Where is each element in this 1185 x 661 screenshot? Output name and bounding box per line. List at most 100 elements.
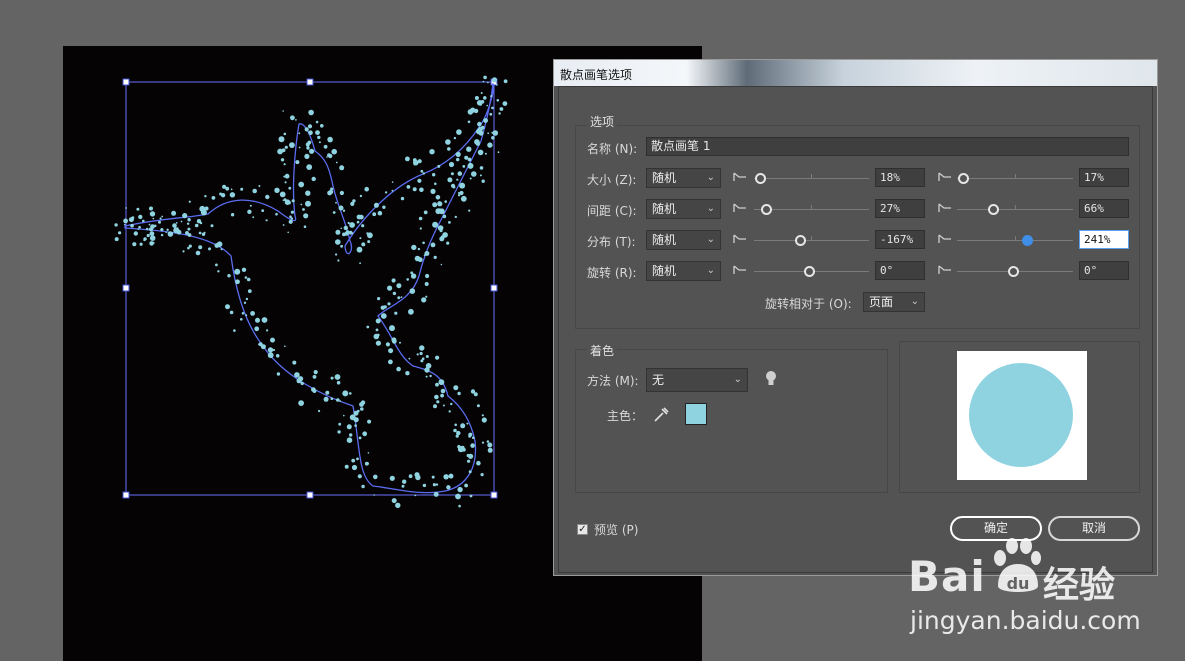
brush-dot: [406, 278, 410, 281]
brush-dot: [353, 410, 359, 416]
brush-dot: [160, 228, 164, 232]
rotation-min-input[interactable]: 0°: [875, 261, 925, 280]
size-min-slider-knob[interactable]: [755, 173, 766, 184]
brush-dot: [118, 231, 122, 235]
size-mode-select[interactable]: 随机 ⌄: [646, 168, 721, 188]
brush-dot: [278, 136, 285, 143]
brush-dot: [289, 142, 295, 148]
brush-dot: [124, 223, 126, 226]
name-input[interactable]: 散点画笔 1: [646, 137, 1129, 156]
rotation-relative-select[interactable]: 页面 ⌄: [863, 292, 925, 312]
brush-dot: [252, 188, 257, 194]
hummingbird-artwork[interactable]: [63, 46, 523, 516]
size-mode-value: 随机: [652, 171, 677, 185]
brush-dot: [354, 424, 357, 427]
brush-dot: [448, 161, 455, 168]
brush-dot: [389, 325, 395, 332]
rotation-mode-select[interactable]: 随机 ⌄: [646, 261, 721, 281]
spacing-mode-select[interactable]: 随机 ⌄: [646, 199, 721, 219]
brush-dot: [351, 232, 354, 235]
brush-dot: [343, 414, 345, 417]
scatter-mode-select[interactable]: 随机 ⌄: [646, 230, 721, 250]
scatter-min-slider-knob[interactable]: [795, 235, 806, 246]
brush-dot: [149, 206, 153, 211]
watermark-url: jingyan.baidu.com: [910, 606, 1141, 635]
spacing-min-input[interactable]: 27%: [875, 199, 925, 218]
eyedropper-icon[interactable]: [652, 405, 670, 423]
brush-dot: [198, 245, 203, 250]
spacing-min-slider-knob[interactable]: [761, 204, 772, 215]
brush-dot: [375, 340, 381, 346]
brush-dot: [361, 484, 365, 489]
brush-dot: [201, 232, 206, 236]
key-color-swatch[interactable]: [685, 403, 707, 425]
brush-dot: [382, 205, 386, 209]
brush-dot: [466, 146, 472, 152]
brush-dot: [491, 106, 494, 110]
brush-dot: [467, 157, 472, 162]
brush-dot: [198, 231, 202, 235]
brush-dot: [298, 146, 301, 149]
rotation-max-input[interactable]: 0°: [1079, 261, 1129, 280]
brush-dot: [435, 195, 441, 200]
scatter-brush-options-dialog: 散点画笔选项 选项 名称 (N): 散点画笔 1 大小 (Z): 随机 ⌄ 18%…: [553, 59, 1158, 576]
brush-dot: [335, 253, 338, 256]
brush-dot: [419, 351, 423, 356]
brush-dot: [277, 148, 283, 155]
scatter-max-slider-knob[interactable]: [1022, 235, 1033, 246]
cancel-button[interactable]: 取消: [1048, 516, 1140, 541]
brush-dot: [406, 185, 411, 189]
brush-dot: [424, 282, 429, 286]
size-min-input[interactable]: 18%: [875, 168, 925, 187]
brush-dot: [412, 187, 417, 192]
brush-dot: [487, 142, 493, 148]
dialog-titlebar[interactable]: 散点画笔选项: [554, 60, 1157, 86]
brush-dot: [289, 215, 292, 218]
brush-dot: [375, 328, 379, 332]
brush-dot: [317, 135, 321, 140]
size-max-slider-knob[interactable]: [958, 173, 969, 184]
brush-dot: [459, 182, 466, 189]
brush-dot: [302, 208, 305, 211]
scatter-max-input[interactable]: 241%: [1079, 230, 1129, 249]
brush-dot: [391, 189, 394, 192]
brush-dot: [194, 223, 199, 228]
scatter-min-input[interactable]: -167%: [875, 230, 925, 249]
brush-dot: [359, 237, 362, 240]
brush-dot: [298, 181, 305, 188]
tips-lightbulb-icon[interactable]: [765, 370, 777, 387]
brush-dot: [171, 210, 177, 216]
preview-checkbox[interactable]: ✓: [577, 524, 588, 535]
method-select[interactable]: 无 ⌄: [646, 368, 748, 392]
brush-dot: [149, 235, 156, 241]
brush-dot: [392, 291, 397, 296]
brush-dot: [235, 279, 240, 285]
rotation-max-slider-knob[interactable]: [1008, 266, 1019, 277]
brush-dot: [440, 388, 446, 394]
spacing-max-input[interactable]: 66%: [1079, 199, 1129, 218]
brush-dot: [432, 202, 438, 208]
size-max-input[interactable]: 17%: [1079, 168, 1129, 187]
rotation-min-slider-knob[interactable]: [804, 266, 815, 277]
pressure-icon: [733, 265, 746, 274]
brush-dot: [414, 494, 417, 497]
brush-dot: [159, 217, 162, 220]
brush-dot: [344, 464, 349, 469]
brush-dot: [405, 156, 410, 162]
brush-dot: [453, 136, 457, 140]
brush-dot: [372, 212, 377, 217]
brush-dot: [422, 241, 425, 245]
brush-dot: [455, 434, 459, 438]
brush-dot: [425, 363, 432, 369]
brush-dot: [455, 493, 461, 500]
brush-dot: [446, 485, 451, 490]
brush-dot: [331, 148, 338, 155]
spacing-max-slider-knob[interactable]: [988, 204, 999, 215]
brush-dot: [351, 464, 358, 471]
brush-dot: [411, 244, 417, 251]
brush-dot: [455, 151, 461, 157]
brush-dot: [487, 442, 493, 448]
chevron-down-icon: ⌄: [706, 203, 715, 214]
brush-dot: [338, 205, 344, 211]
slider-midpoint-tick: [1015, 174, 1016, 179]
